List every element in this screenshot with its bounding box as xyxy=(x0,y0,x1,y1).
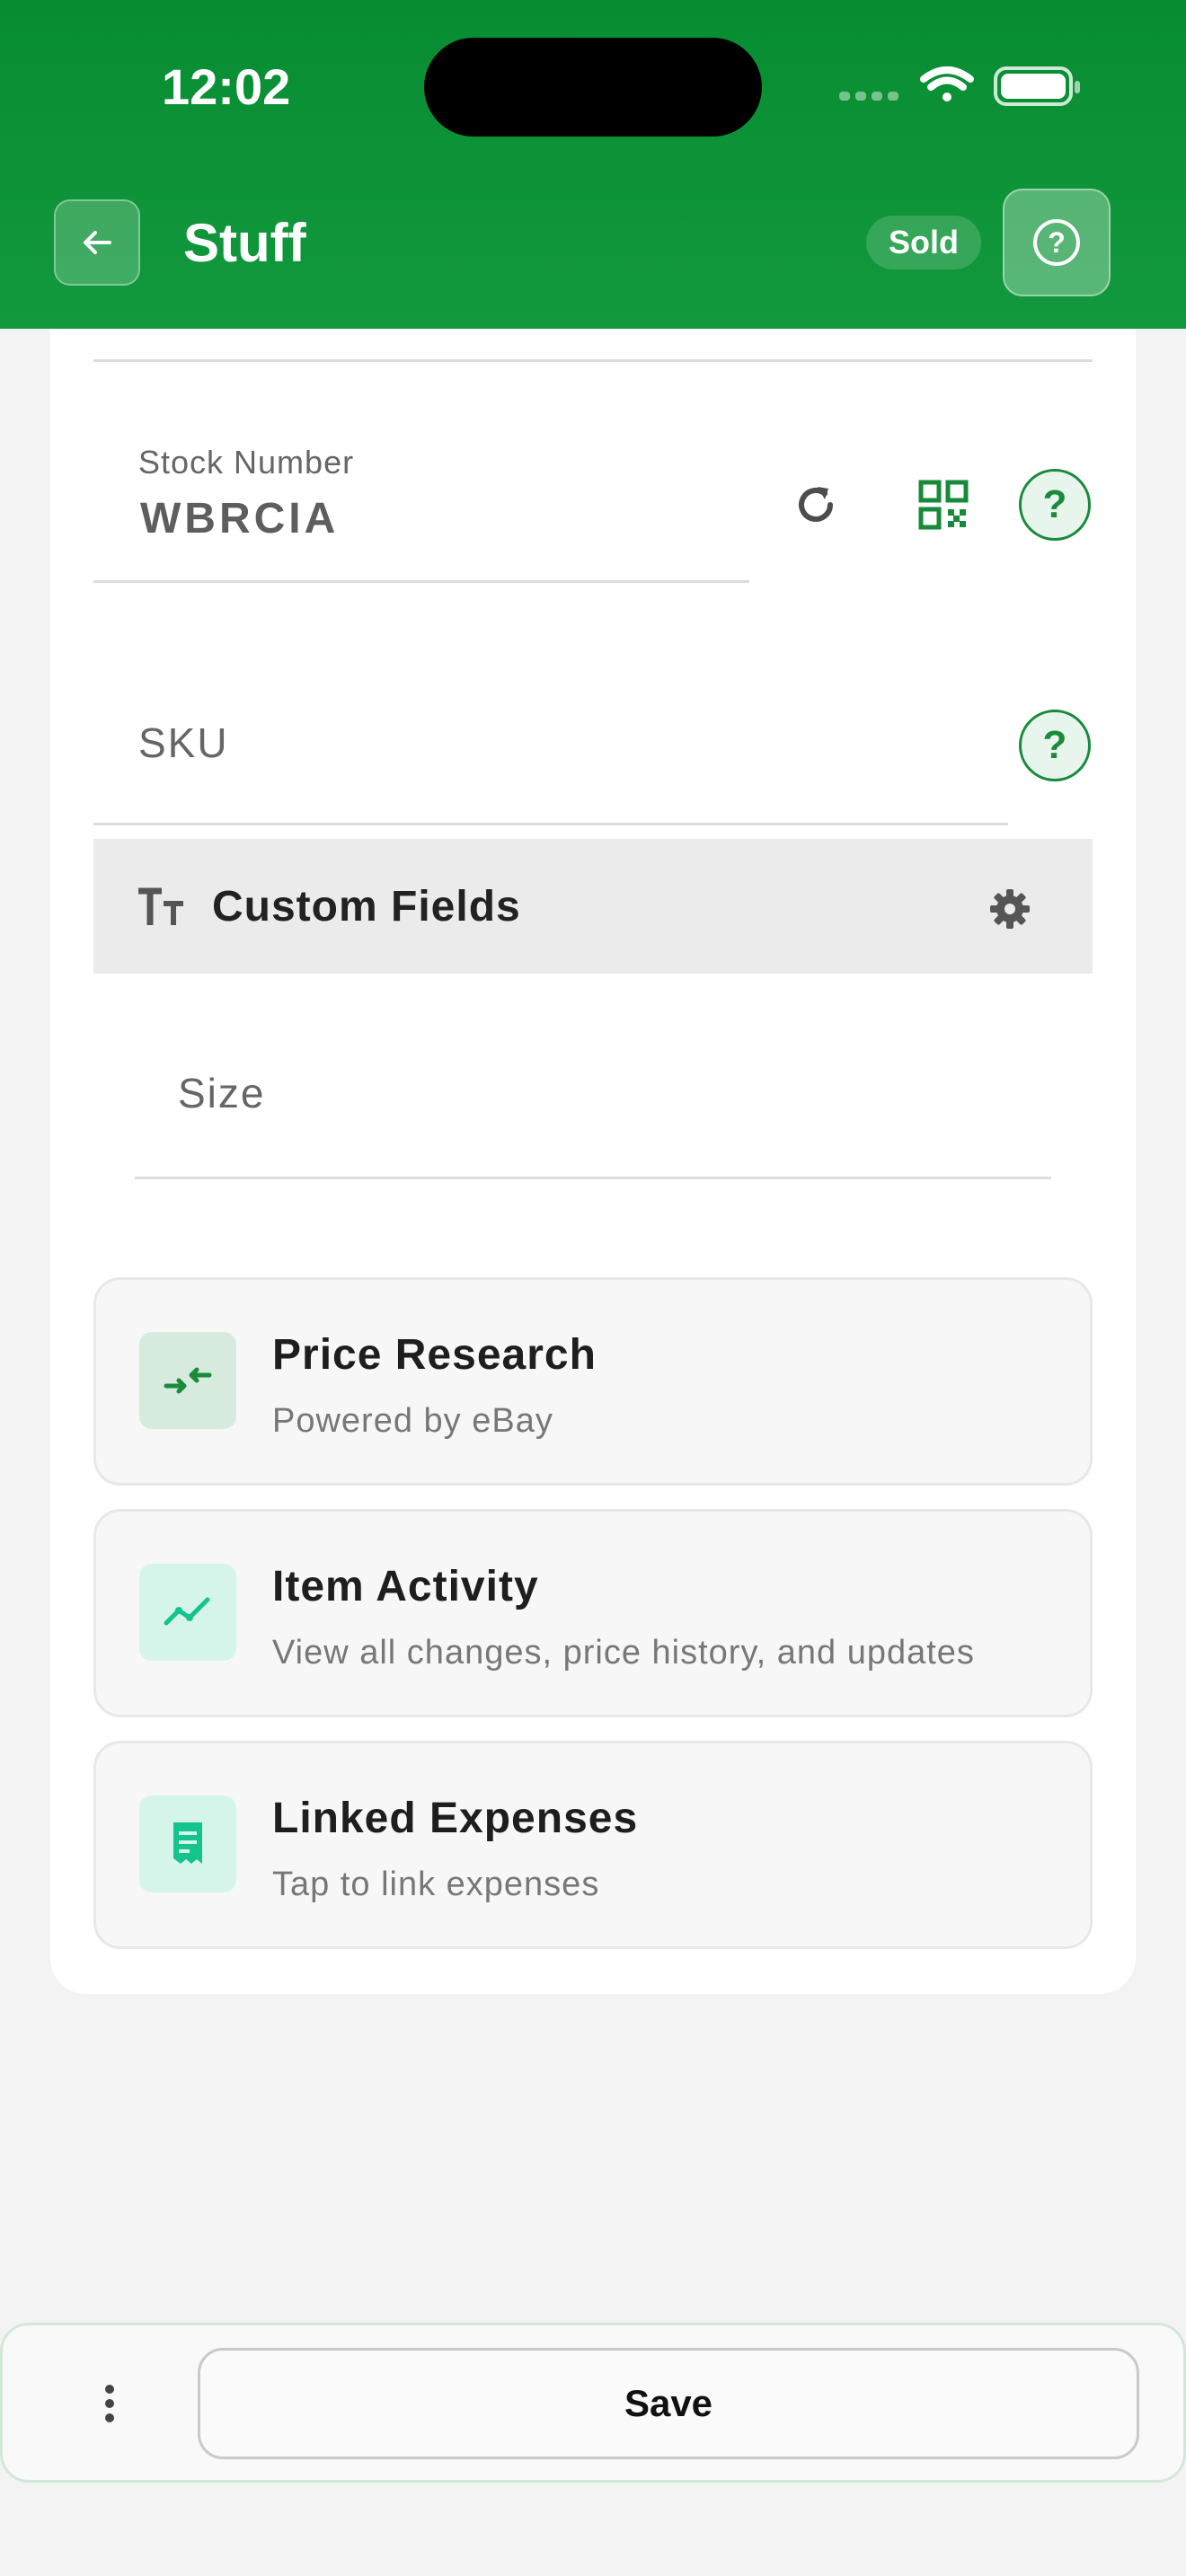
qr-code-icon xyxy=(918,480,969,530)
help-button[interactable]: ? xyxy=(1003,189,1111,296)
back-button[interactable] xyxy=(54,199,140,286)
status-badge: Sold xyxy=(866,216,981,269)
more-vertical-icon xyxy=(105,2385,114,2422)
gear-icon xyxy=(990,889,1030,929)
item-activity-subtitle: View all changes, price history, and upd… xyxy=(272,1634,975,1672)
svg-text:?: ? xyxy=(1048,226,1066,259)
stock-number-input[interactable]: WBRCIA xyxy=(140,494,339,543)
price-research-subtitle: Powered by eBay xyxy=(272,1402,553,1440)
page-title: Stuff xyxy=(183,213,306,273)
linked-expenses-title: Linked Expenses xyxy=(272,1795,639,1842)
custom-fields-settings-button[interactable] xyxy=(985,884,1035,934)
custom-fields-title: Custom Fields xyxy=(212,883,521,931)
linked-expenses-subtitle: Tap to link expenses xyxy=(272,1866,600,1903)
cellular-signal-icon xyxy=(839,92,898,101)
item-activity-title: Item Activity xyxy=(272,1563,539,1610)
price-research-card[interactable]: Price Research Powered by eBay xyxy=(93,1277,1093,1486)
save-button[interactable]: Save xyxy=(198,2348,1139,2459)
compare-arrows-icon xyxy=(139,1332,236,1429)
linked-expenses-card[interactable]: Linked Expenses Tap to link expenses xyxy=(93,1741,1093,1949)
sku-help-button[interactable]: ? xyxy=(1019,710,1091,781)
dynamic-island xyxy=(424,38,762,137)
stock-number-label: Stock Number xyxy=(138,444,355,481)
battery-icon xyxy=(994,66,1080,106)
trend-line-icon xyxy=(139,1564,236,1661)
stock-number-help-button[interactable]: ? xyxy=(1019,469,1091,541)
qr-scan-button[interactable] xyxy=(909,471,978,539)
item-activity-card[interactable]: Item Activity View all changes, price hi… xyxy=(93,1509,1093,1717)
sku-underline xyxy=(93,823,1008,825)
more-options-button[interactable] xyxy=(83,2369,137,2438)
sku-input[interactable]: SKU xyxy=(138,719,229,767)
question-circle-icon: ? xyxy=(1033,219,1080,266)
size-input[interactable]: Size xyxy=(178,1069,265,1117)
price-research-title: Price Research xyxy=(272,1331,597,1379)
arrow-left-icon xyxy=(84,231,111,254)
refresh-button[interactable] xyxy=(782,471,850,539)
status-time: 12:02 xyxy=(162,58,291,115)
refresh-icon xyxy=(799,487,833,522)
text-size-icon xyxy=(135,880,189,934)
stock-number-underline xyxy=(93,580,749,583)
receipt-icon xyxy=(139,1795,236,1892)
size-underline xyxy=(135,1177,1051,1179)
divider xyxy=(93,359,1093,362)
status-icons xyxy=(839,66,1080,106)
wifi-icon xyxy=(920,66,974,101)
